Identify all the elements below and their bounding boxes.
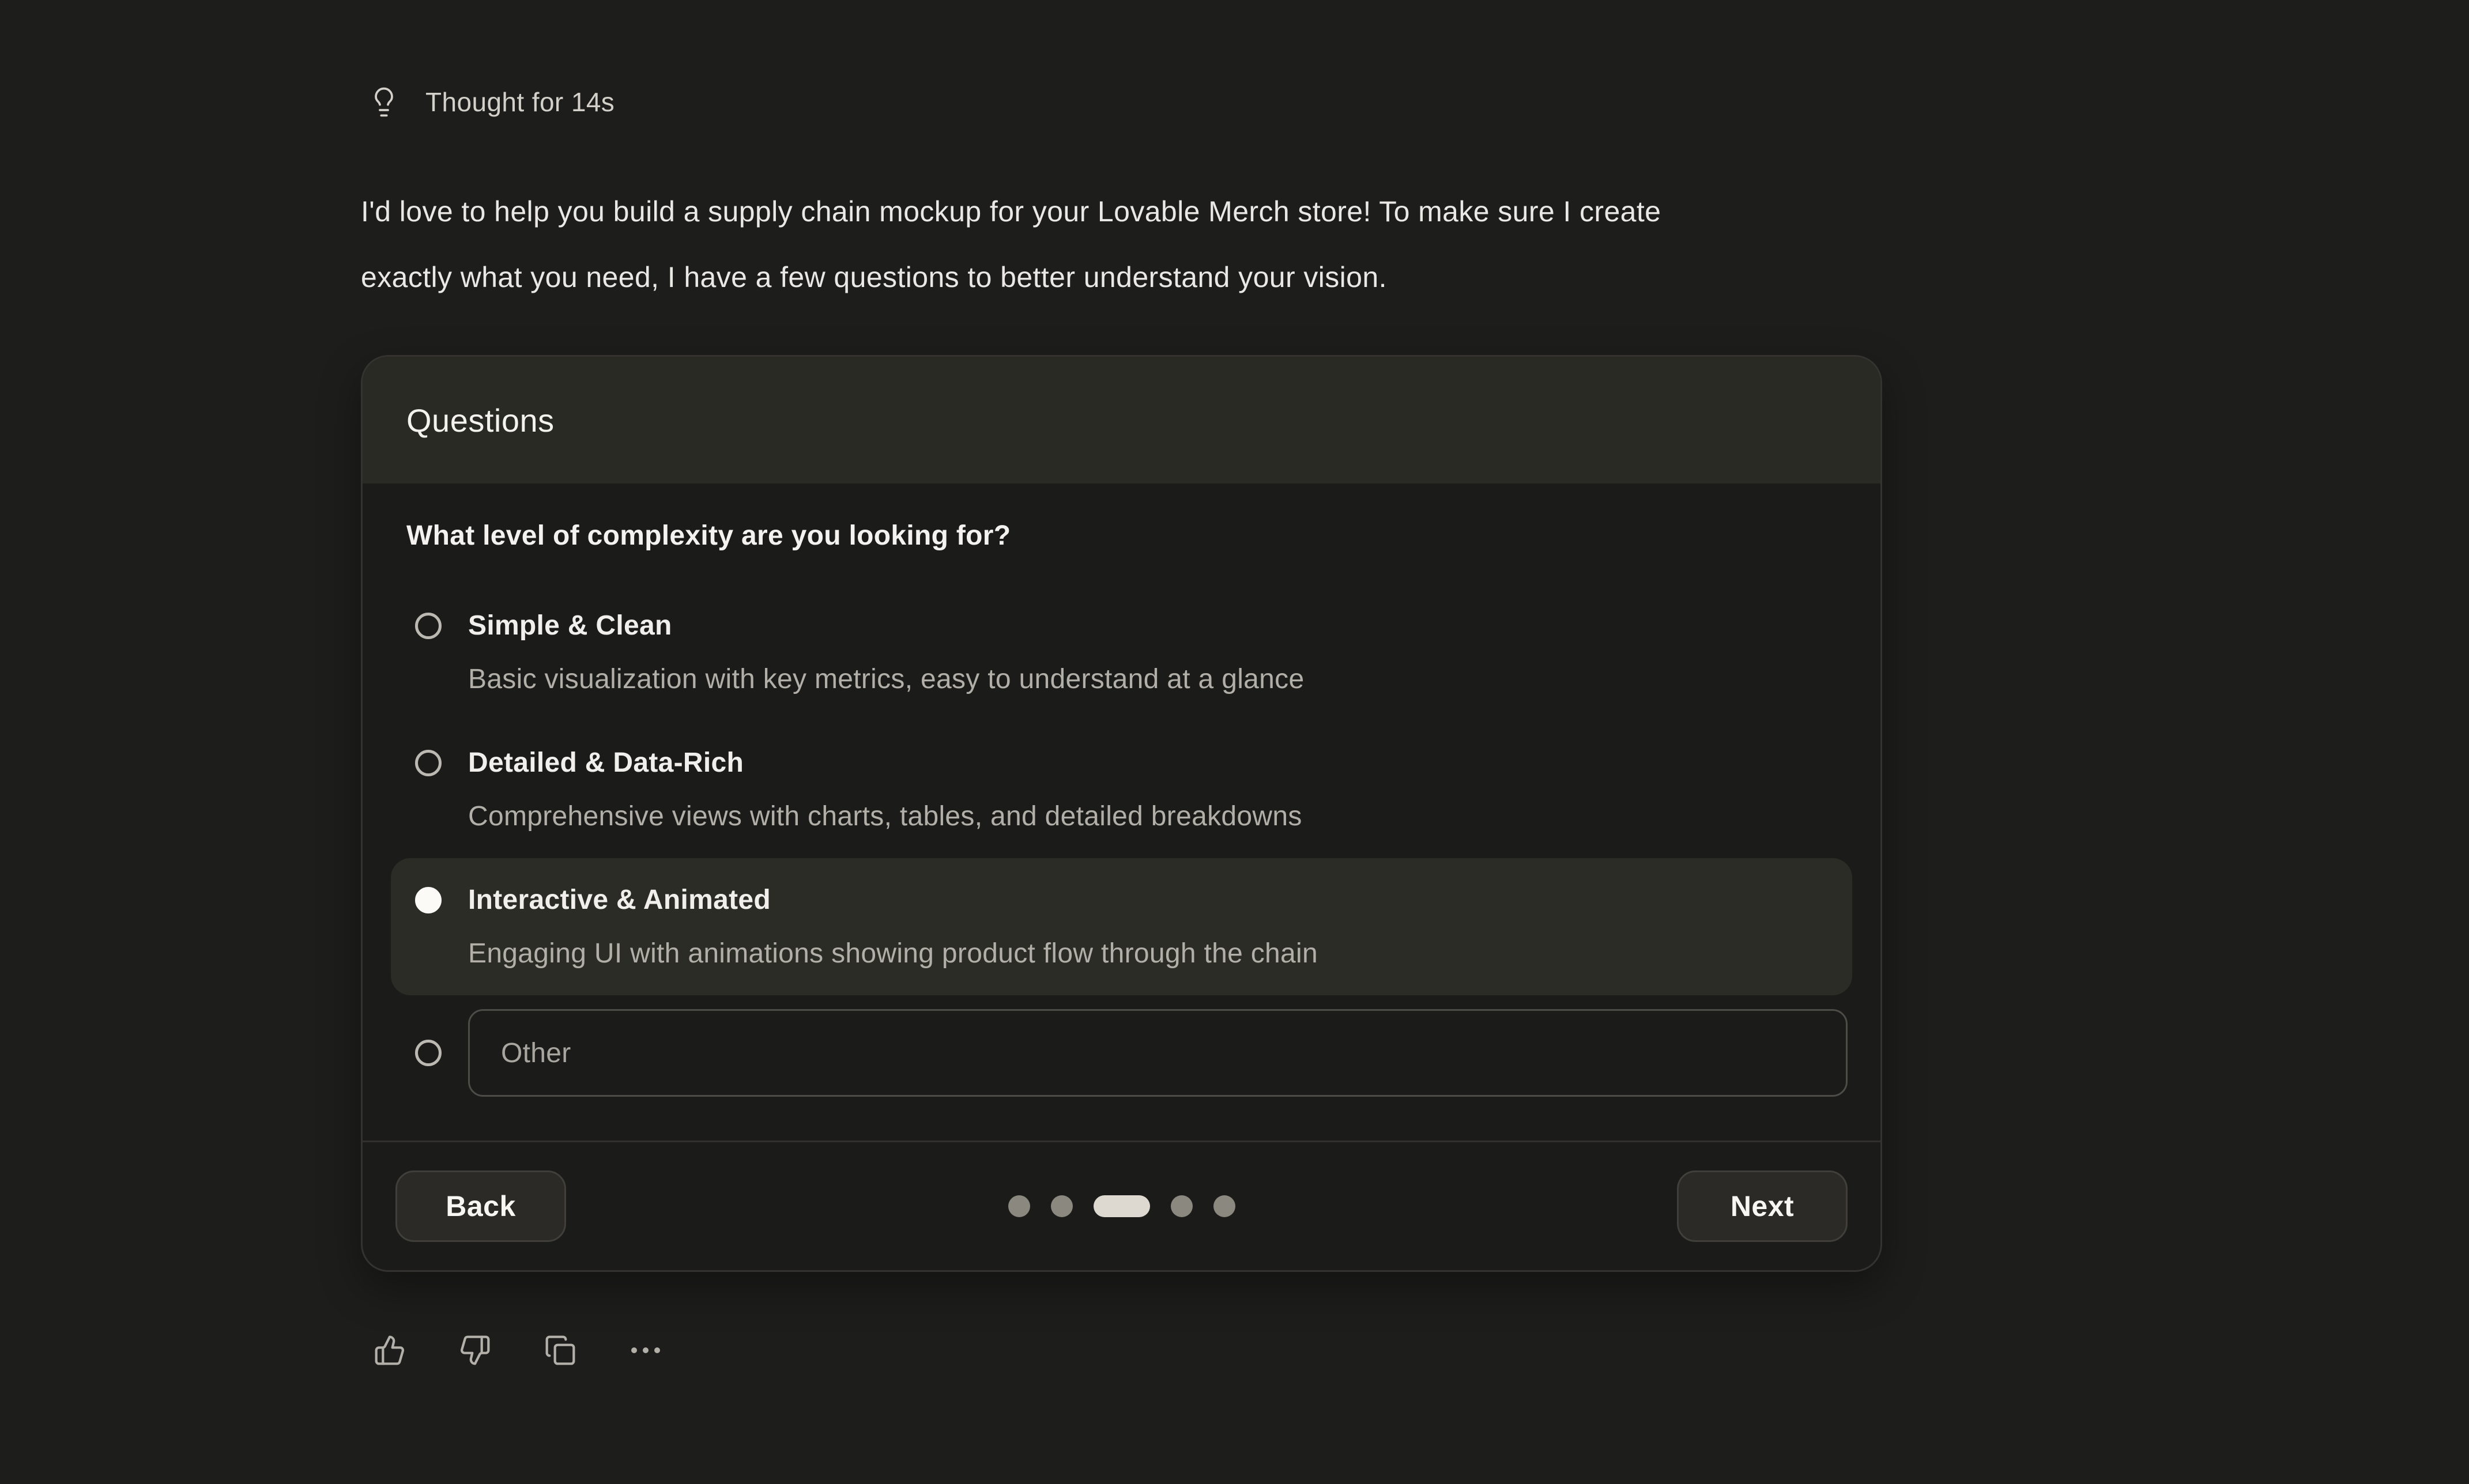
thought-label: Thought for 14s <box>425 85 615 119</box>
radio-selected-icon[interactable] <box>415 887 442 913</box>
option-label: Interactive & Animated <box>468 873 1318 927</box>
options-list: Simple & Clean Basic visualization with … <box>391 584 1852 1111</box>
questions-card: Questions What level of complexity are y… <box>361 355 1882 1272</box>
more-options-button[interactable] <box>628 1333 663 1368</box>
radio-unselected-icon[interactable] <box>415 1040 442 1066</box>
chat-message-area: Thought for 14s I'd love to help you bui… <box>361 0 2240 1368</box>
option-text: Simple & Clean Basic visualization with … <box>468 599 1304 706</box>
option-description: Basic visualization with key metrics, ea… <box>468 652 1304 706</box>
questions-card-body: What level of complexity are you looking… <box>363 484 1880 1270</box>
thumbs-down-button[interactable] <box>458 1333 492 1368</box>
option-simple-clean[interactable]: Simple & Clean Basic visualization with … <box>391 584 1852 721</box>
option-interactive-animated[interactable]: Interactive & Animated Engaging UI with … <box>391 858 1852 995</box>
other-option-input[interactable] <box>468 1009 1848 1097</box>
radio-unselected-icon[interactable] <box>415 750 442 776</box>
thought-toggle[interactable]: Thought for 14s <box>368 85 615 119</box>
step-dot-4 <box>1171 1195 1193 1217</box>
next-button[interactable]: Next <box>1677 1170 1848 1242</box>
option-label: Simple & Clean <box>468 599 1304 652</box>
step-dot-1 <box>1008 1195 1030 1217</box>
message-actions <box>372 1333 2240 1368</box>
message-line-1: I'd love to help you build a supply chai… <box>361 195 1661 228</box>
question-heading: What level of complexity are you looking… <box>406 519 1837 553</box>
option-description: Engaging UI with animations showing prod… <box>468 927 1318 980</box>
step-dot-5 <box>1213 1195 1235 1217</box>
option-label: Detailed & Data-Rich <box>468 736 1302 790</box>
thumbs-up-icon <box>374 1334 406 1366</box>
card-title: Questions <box>406 402 555 439</box>
radio-unselected-icon[interactable] <box>415 613 442 639</box>
option-text: Interactive & Animated Engaging UI with … <box>468 873 1318 980</box>
back-button[interactable]: Back <box>395 1170 566 1242</box>
questions-card-header: Questions <box>363 357 1880 484</box>
lightbulb-icon <box>368 86 400 118</box>
option-text: Detailed & Data-Rich Comprehensive views… <box>468 736 1302 843</box>
option-detailed-data-rich[interactable]: Detailed & Data-Rich Comprehensive views… <box>391 721 1852 858</box>
option-description: Comprehensive views with charts, tables,… <box>468 790 1302 843</box>
thumbs-up-button[interactable] <box>372 1333 407 1368</box>
message-line-2: exactly what you need, I have a few ques… <box>361 261 1387 293</box>
thumbs-down-icon <box>459 1334 491 1366</box>
copy-icon <box>544 1334 576 1366</box>
step-dot-2 <box>1051 1195 1073 1217</box>
card-footer: Back Next <box>363 1141 1880 1270</box>
step-indicator <box>1008 1195 1235 1217</box>
option-other[interactable] <box>391 995 1852 1111</box>
step-dot-3-active <box>1094 1195 1150 1217</box>
copy-button[interactable] <box>543 1333 578 1368</box>
ellipsis-icon <box>631 1347 660 1353</box>
assistant-message: I'd love to help you build a supply chai… <box>361 179 2240 310</box>
